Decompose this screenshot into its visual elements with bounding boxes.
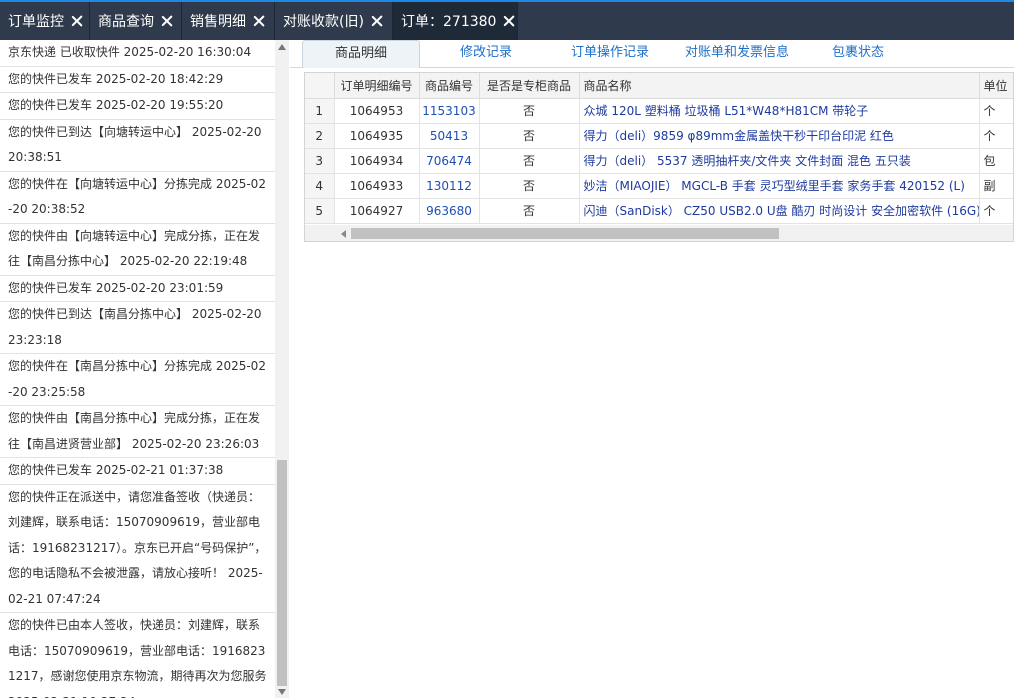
scroll-down-icon[interactable] (278, 689, 286, 695)
column-header-unit[interactable]: 单位 (979, 73, 1013, 99)
close-icon[interactable] (371, 15, 383, 27)
product-grid: 订单明细编号 商品编号 是否是专柜商品 商品名称 单位 1 1064953 11… (304, 72, 1014, 242)
scroll-left-icon[interactable] (341, 230, 346, 238)
tab-order-271380[interactable]: 订单：271380 (393, 2, 518, 40)
product-id-link[interactable]: 130112 (419, 173, 480, 199)
tab-label: 订单：271380 (401, 14, 497, 30)
table-row[interactable]: 1 1064953 1153103 否 众城 120L 塑料桶 垃圾桶 L51*… (305, 98, 1013, 124)
tab-label: 对账收款(旧) (283, 14, 364, 30)
subtab-product-detail[interactable]: 商品明细 (302, 40, 420, 68)
column-header-detail-id[interactable]: 订单明细编号 (334, 73, 420, 99)
subtab-statement-invoice[interactable]: 对账单和发票信息 (676, 40, 798, 68)
column-header-index (305, 73, 335, 99)
list-item: 您的快件由【南昌分拣中心】完成分拣，正在发往【南昌进贤营业部】 2025-02-… (0, 406, 275, 458)
unit-cell: 个 (979, 123, 1013, 149)
table-row[interactable]: 5 1064927 963680 否 闪迪（SanDisk） CZ50 USB2… (305, 198, 1013, 224)
unit-cell: 个 (979, 198, 1013, 224)
product-table: 订单明细编号 商品编号 是否是专柜商品 商品名称 单位 1 1064953 11… (305, 73, 1013, 224)
detail-id-cell: 1064935 (334, 123, 420, 149)
list-item: 您的快件由【向塘转运中心】完成分拣，正在发往【南昌分拣中心】 2025-02-2… (0, 224, 275, 276)
tracking-log-panel: 京东快递 已收取快件 2025-02-20 16:30:04 您的快件已发车 2… (0, 40, 289, 698)
scroll-up-icon[interactable] (278, 44, 286, 50)
list-item: 京东快递 已收取快件 2025-02-20 16:30:04 (0, 40, 275, 67)
column-header-product-id[interactable]: 商品编号 (419, 73, 480, 99)
close-icon[interactable] (161, 15, 173, 27)
list-item: 您的快件正在派送中，请您准备签收（快递员：刘建辉，联系电话：1507090961… (0, 485, 275, 613)
detail-id-cell: 1064927 (334, 198, 420, 224)
column-header-product-name[interactable]: 商品名称 (579, 73, 980, 99)
order-detail-pane: 商品明细 修改记录 订单操作记录 对账单和发票信息 包裹状态 订单明细编号 商品… (290, 40, 1014, 698)
list-item: 您的快件已发车 2025-02-20 23:01:59 (0, 276, 275, 302)
list-item: 您的快件在【南昌分拣中心】分拣完成 2025-02-20 23:25:58 (0, 354, 275, 406)
product-name-link[interactable]: 众城 120L 塑料桶 垃圾桶 L51*W48*H81CM 带轮子 (579, 98, 980, 124)
detail-id-cell: 1064933 (334, 173, 420, 199)
detail-id-cell: 1064953 (334, 98, 420, 124)
top-tab-bar: 订单监控 商品查询 销售明细 对账收款(旧) 订单：271380 (0, 0, 1014, 40)
row-index: 3 (305, 148, 335, 174)
app-root: { "tabs": [ {"label": "订单监控", "active": … (0, 0, 1014, 698)
list-item: 您的快件已由本人签收，快递员：刘建辉，联系电话：15070909619，营业部电… (0, 613, 275, 698)
product-name-link[interactable]: 得力（deli）9859 φ89mm金属盖快干秒干印台印泥 红色 (579, 123, 980, 149)
tab-order-monitor[interactable]: 订单监控 (0, 2, 90, 40)
subtab-package-status[interactable]: 包裹状态 (820, 40, 896, 68)
row-index: 2 (305, 123, 335, 149)
list-item: 您的快件已发车 2025-02-20 18:42:29 (0, 67, 275, 93)
row-index: 4 (305, 173, 335, 199)
list-item: 您的快件已发车 2025-02-21 01:37:38 (0, 458, 275, 485)
close-icon[interactable] (253, 15, 265, 27)
vertical-scrollbar[interactable] (275, 40, 289, 698)
product-id-link[interactable]: 963680 (419, 198, 480, 224)
tab-reconciliation-old[interactable]: 对账收款(旧) (275, 2, 393, 40)
detail-subtabs: 商品明细 修改记录 订单操作记录 对账单和发票信息 包裹状态 (290, 40, 1014, 68)
subtab-modify-log[interactable]: 修改记录 (440, 40, 532, 68)
table-row[interactable]: 3 1064934 706474 否 得力（deli） 5537 透明抽杆夹/文… (305, 148, 1013, 174)
unit-cell: 包 (979, 148, 1013, 174)
product-id-link[interactable]: 706474 (419, 148, 480, 174)
subtab-order-operation-log[interactable]: 订单操作记录 (560, 40, 660, 68)
detail-id-cell: 1064934 (334, 148, 420, 174)
column-header-counter-item[interactable]: 是否是专柜商品 (479, 73, 580, 99)
tab-sales-detail[interactable]: 销售明细 (182, 2, 275, 40)
row-index: 5 (305, 198, 335, 224)
counter-item-cell: 否 (479, 148, 580, 174)
list-item: 您的快件已发车 2025-02-20 19:55:20 (0, 93, 275, 120)
tab-label: 商品查询 (98, 14, 154, 30)
tab-label: 订单监控 (8, 14, 64, 30)
tracking-log-list: 京东快递 已收取快件 2025-02-20 16:30:04 您的快件已发车 2… (0, 40, 275, 698)
list-item: 您的快件已到达【南昌分拣中心】 2025-02-20 23:23:18 (0, 302, 275, 354)
close-icon[interactable] (71, 15, 81, 27)
horizontal-scrollbar[interactable] (305, 225, 1013, 241)
product-id-link[interactable]: 50413 (419, 123, 480, 149)
product-name-link[interactable]: 闪迪（SanDisk） CZ50 USB2.0 U盘 酷刃 时尚设计 安全加密软… (579, 198, 980, 224)
list-item: 您的快件已到达【向塘转运中心】 2025-02-20 20:38:51 (0, 120, 275, 172)
row-index: 1 (305, 98, 335, 124)
unit-cell: 个 (979, 98, 1013, 124)
counter-item-cell: 否 (479, 173, 580, 199)
tab-product-query[interactable]: 商品查询 (90, 2, 182, 40)
scrollbar-thumb[interactable] (277, 460, 287, 686)
table-row[interactable]: 2 1064935 50413 否 得力（deli）9859 φ89mm金属盖快… (305, 123, 1013, 149)
counter-item-cell: 否 (479, 123, 580, 149)
close-icon[interactable] (503, 15, 509, 27)
product-name-link[interactable]: 得力（deli） 5537 透明抽杆夹/文件夹 文件封面 混色 五只装 (579, 148, 980, 174)
table-row[interactable]: 4 1064933 130112 否 妙洁（MIAOJIE） MGCL-B 手套… (305, 173, 1013, 199)
product-name-link[interactable]: 妙洁（MIAOJIE） MGCL-B 手套 灵巧型绒里手套 家务手套 42015… (579, 173, 980, 199)
counter-item-cell: 否 (479, 98, 580, 124)
list-item: 您的快件在【向塘转运中心】分拣完成 2025-02-20 20:38:52 (0, 172, 275, 224)
table-header-row: 订单明细编号 商品编号 是否是专柜商品 商品名称 单位 (305, 73, 1013, 99)
unit-cell: 副 (979, 173, 1013, 199)
scrollbar-thumb[interactable] (351, 228, 779, 239)
product-id-link[interactable]: 1153103 (419, 98, 480, 124)
counter-item-cell: 否 (479, 198, 580, 224)
tab-label: 销售明细 (190, 14, 246, 30)
